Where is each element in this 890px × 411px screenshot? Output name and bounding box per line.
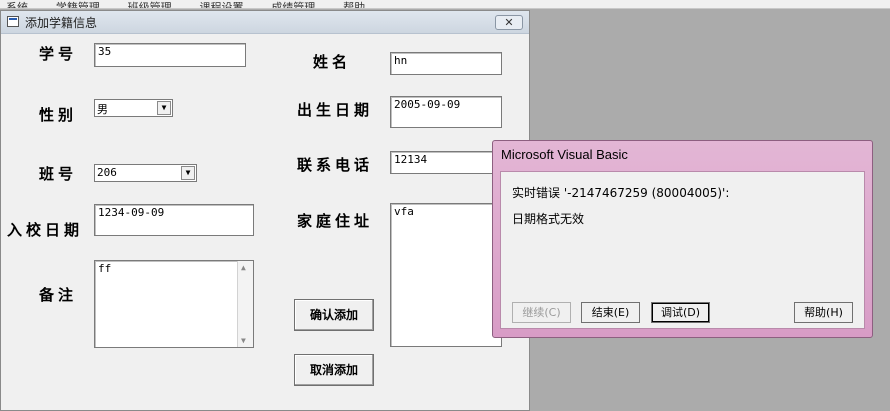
name-label: 姓名 [313, 53, 352, 71]
menu-item-grade-management[interactable]: 成绩管理 [265, 0, 315, 8]
form-titlebar[interactable]: 添加学籍信息 ✕ [1, 11, 529, 34]
gender-label: 性别 [39, 106, 78, 124]
notes-textarea[interactable]: ff ▲ ▼ [94, 260, 254, 348]
gender-select[interactable]: 男 ▼ [94, 99, 173, 117]
notes-text: ff [98, 262, 112, 275]
birth-date-label: 出生日期 [297, 101, 374, 119]
form-close-button[interactable]: ✕ [495, 15, 523, 30]
dialog-title: Microsoft Visual Basic [501, 147, 628, 162]
phone-label: 联系电话 [297, 156, 374, 174]
error-dialog: Microsoft Visual Basic 实时错误 '-2147467259… [492, 140, 873, 338]
class-id-label: 班号 [39, 165, 78, 183]
enroll-date-input[interactable]: 1234-09-09 [94, 204, 254, 236]
scroll-up-icon[interactable]: ▲ [241, 263, 246, 272]
cancel-add-button[interactable]: 取消添加 [294, 354, 374, 386]
error-message-text: 日期格式无效 [512, 212, 585, 226]
class-id-select-value: 206 [97, 166, 117, 179]
debug-button[interactable]: 调试(D) [651, 302, 710, 323]
scroll-down-icon[interactable]: ▼ [241, 336, 246, 345]
gender-select-value: 男 [97, 103, 108, 116]
address-label: 家庭住址 [297, 212, 374, 230]
phone-input[interactable]: 12134 [390, 151, 502, 174]
form-title: 添加学籍信息 [25, 16, 98, 30]
notes-label: 备注 [39, 286, 78, 304]
menu-item-class-management[interactable]: 班级管理 [122, 0, 172, 8]
address-textarea[interactable]: vfa [390, 203, 502, 347]
menu-item-student-records[interactable]: 学籍管理 [50, 0, 100, 8]
chevron-down-icon[interactable]: ▼ [181, 166, 195, 180]
end-button[interactable]: 结束(E) [581, 302, 640, 323]
continue-button[interactable]: 继续(C) [512, 302, 571, 323]
notes-scrollbar[interactable]: ▲ ▼ [237, 261, 253, 347]
birth-date-input[interactable]: 2005-09-09 [390, 96, 502, 128]
menu-item-system[interactable]: 系统 [0, 0, 28, 8]
form-window-icon [7, 16, 19, 27]
name-input[interactable]: hn [390, 52, 502, 75]
enroll-date-label: 入校日期 [7, 221, 84, 239]
class-id-select[interactable]: 206 ▼ [94, 164, 197, 182]
chevron-down-icon[interactable]: ▼ [157, 101, 171, 115]
menu-item-course-settings[interactable]: 课程设置 [193, 0, 243, 8]
add-student-form: 添加学籍信息 ✕ 学号 35 性别 男 ▼ 班号 206 ▼ 入校日期 1234… [0, 10, 530, 411]
menu-item-help[interactable]: 帮助 [337, 0, 365, 8]
student-id-input[interactable]: 35 [94, 43, 246, 67]
help-button[interactable]: 帮助(H) [794, 302, 853, 323]
error-code-text: 实时错误 '-2147467259 (80004005)': [512, 186, 730, 200]
menu-bar: 系统 学籍管理 班级管理 课程设置 成绩管理 帮助 [0, 0, 890, 9]
dialog-body: 实时错误 '-2147467259 (80004005)': 日期格式无效 继续… [500, 171, 865, 329]
student-id-label: 学号 [39, 45, 78, 63]
confirm-add-button[interactable]: 确认添加 [294, 299, 374, 331]
